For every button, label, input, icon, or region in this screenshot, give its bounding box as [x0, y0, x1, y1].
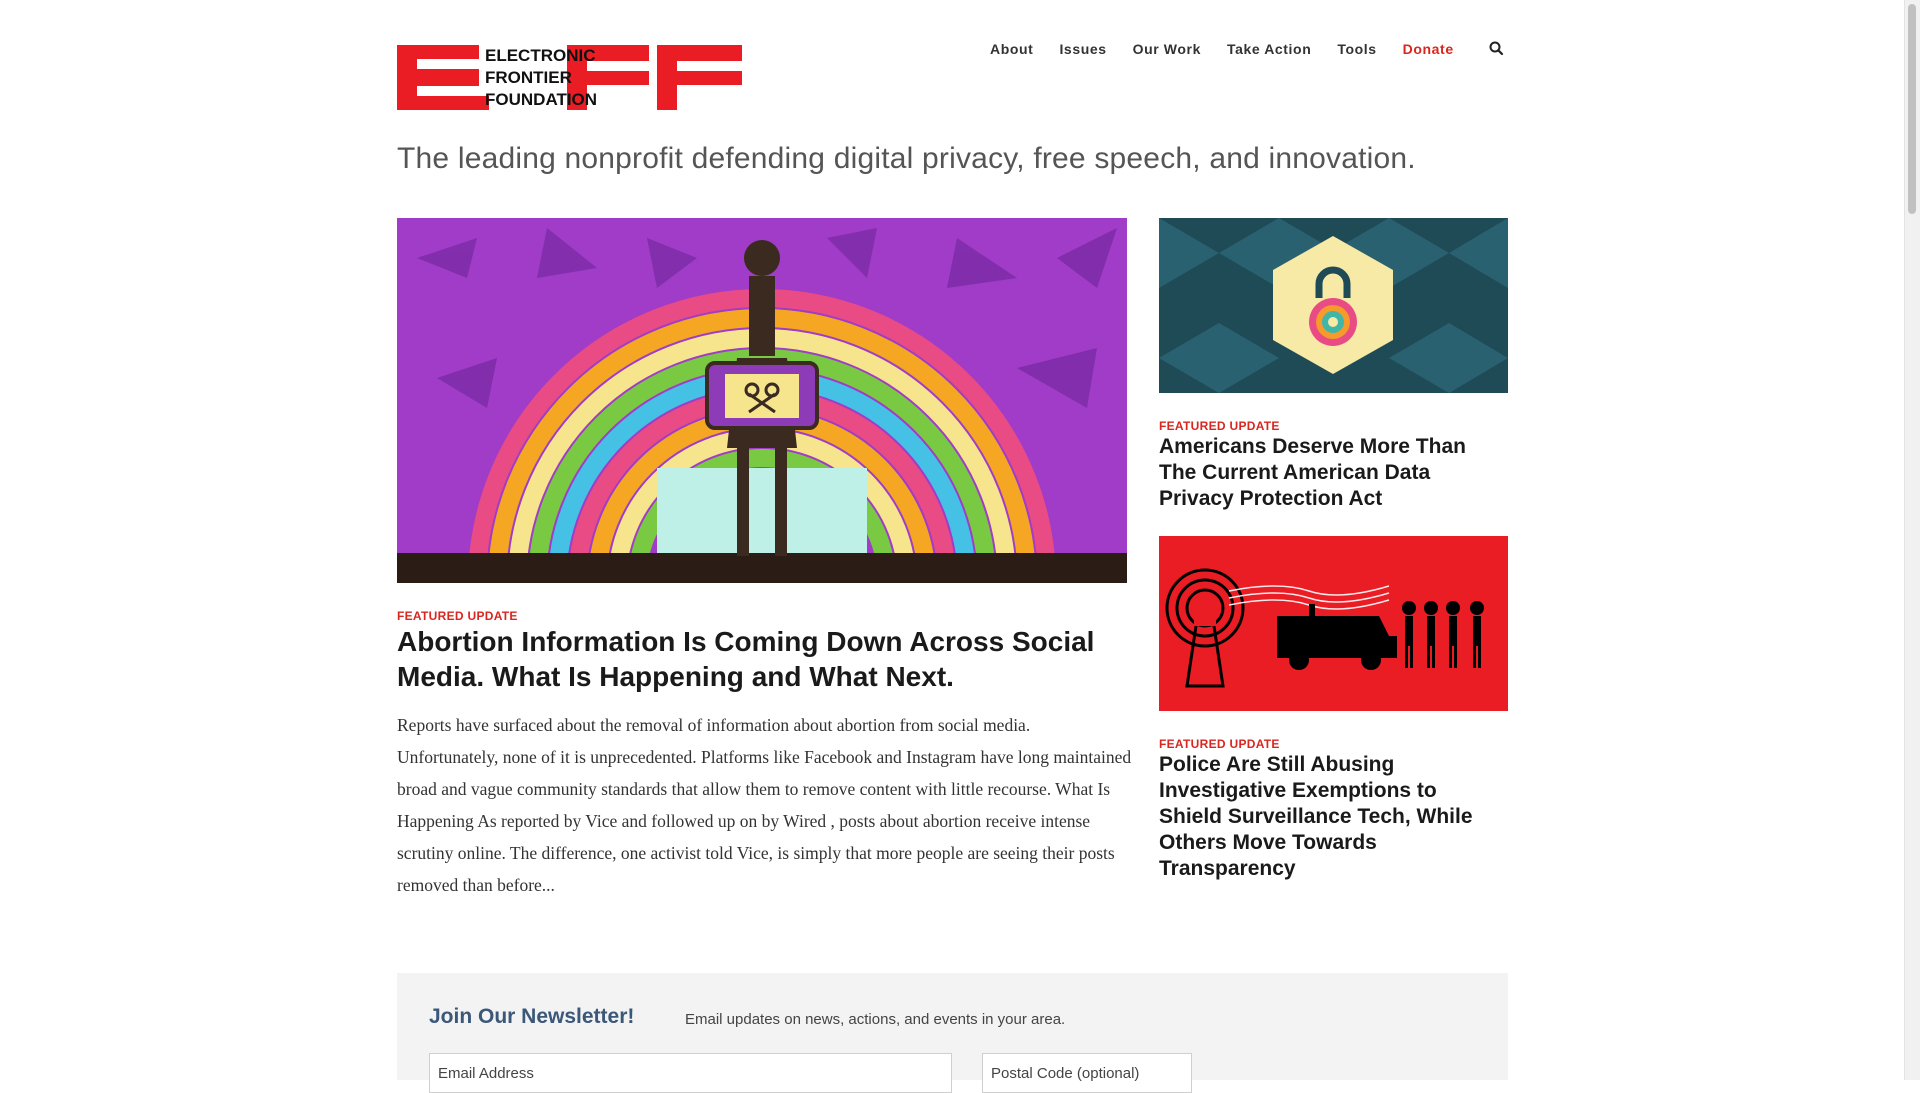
feature-image[interactable] — [397, 218, 1127, 583]
logo-line-1: ELECTRONIC — [485, 46, 596, 65]
nav-about[interactable]: About — [990, 41, 1033, 57]
nav-donate[interactable]: Donate — [1403, 41, 1454, 57]
scrollbar-thumb[interactable] — [1908, 4, 1916, 214]
side-article-2-kicker: FEATURED UPDATE — [1159, 737, 1280, 751]
side-article-2-image[interactable] — [1159, 536, 1508, 711]
feature-title[interactable]: Abortion Information Is Coming Down Acro… — [397, 624, 1137, 694]
nav-tools[interactable]: Tools — [1337, 41, 1376, 57]
nav-take-action[interactable]: Take Action — [1227, 41, 1311, 57]
eff-logo-mark: ELECTRONIC FRONTIER FOUNDATION — [397, 45, 742, 110]
logo-line-2: FRONTIER — [485, 68, 572, 87]
postal-code-field[interactable] — [982, 1053, 1192, 1093]
page: ELECTRONIC FRONTIER FOUNDATION About Iss… — [0, 0, 1905, 1093]
main-nav: About Issues Our Work Take Action Tools … — [990, 40, 1506, 58]
page-scrollbar[interactable] — [1904, 0, 1920, 1080]
newsletter-section: Join Our Newsletter! Email updates on ne… — [397, 973, 1508, 1093]
side-article-1-kicker: FEATURED UPDATE — [1159, 419, 1280, 433]
side-article-1-image[interactable] — [1159, 218, 1508, 393]
site-tagline: The leading nonprofit defending digital … — [397, 142, 1416, 175]
eff-logo[interactable]: ELECTRONIC FRONTIER FOUNDATION — [397, 45, 742, 110]
feature-excerpt: Reports have surfaced about the removal … — [397, 715, 1132, 895]
email-field[interactable] — [429, 1053, 952, 1093]
nav-issues[interactable]: Issues — [1059, 41, 1106, 57]
side-article-2-title[interactable]: Police Are Still Abusing Investigative E… — [1159, 752, 1499, 882]
feature-kicker: FEATURED UPDATE — [397, 609, 518, 623]
side-article-1-title[interactable]: Americans Deserve More Than The Current … — [1159, 434, 1499, 512]
logo-line-3: FOUNDATION — [485, 90, 597, 109]
newsletter-description: Email updates on news, actions, and even… — [685, 1011, 1066, 1028]
newsletter-title: Join Our Newsletter! — [429, 1005, 635, 1028]
search-icon[interactable] — [1488, 40, 1506, 58]
nav-our-work[interactable]: Our Work — [1133, 41, 1201, 57]
